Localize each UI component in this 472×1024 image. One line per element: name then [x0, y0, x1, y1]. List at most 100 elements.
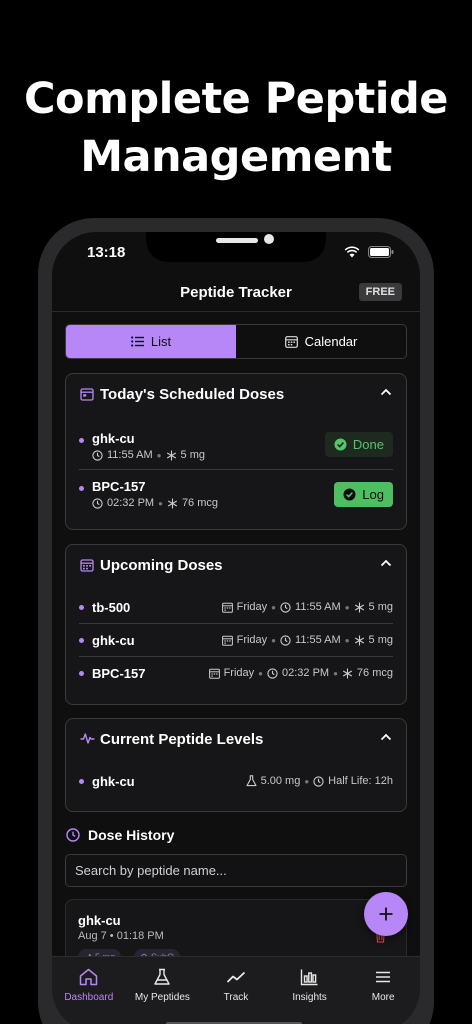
tab-label: Dashboard	[64, 992, 114, 1003]
status-time: 13:18	[87, 244, 126, 261]
status-bar: 13:18	[52, 242, 420, 264]
menu-icon	[376, 971, 391, 983]
list-view-button[interactable]: List	[66, 325, 236, 358]
upcoming-doses-header[interactable]: Upcoming Doses	[66, 545, 406, 585]
search-input[interactable]	[65, 854, 407, 887]
check-circle-icon	[343, 488, 356, 501]
chevron-up-icon[interactable]	[380, 559, 392, 567]
peptide-name: BPC-157	[92, 666, 146, 681]
hero-heading: Complete Peptide Management	[0, 70, 472, 186]
tab-insights[interactable]: Insights	[273, 957, 347, 1024]
half-life: Half Life: 12h	[328, 775, 393, 787]
flask-icon	[246, 775, 257, 787]
level-amount: 5.00 mg	[260, 775, 301, 787]
clock-icon	[280, 601, 291, 613]
upcoming-doses-title: Upcoming Doses	[100, 557, 223, 574]
tab-label: Insights	[292, 992, 327, 1003]
calendar-icon	[284, 336, 298, 348]
upcoming-doses-card: Upcoming Doses tb-500 Friday ● 11:55 AM …	[65, 544, 407, 705]
log-label: Log	[362, 487, 384, 502]
log-button[interactable]: Log	[334, 482, 393, 507]
hero-line-1: Complete Peptide	[24, 74, 448, 124]
peptide-levels-header[interactable]: Current Peptide Levels	[66, 719, 406, 759]
trend-icon	[226, 971, 246, 983]
flask-icon	[154, 968, 171, 985]
upcoming-dose-row: BPC-157 Friday ● 02:32 PM ● 76 mcg	[79, 657, 393, 690]
plus-icon	[379, 907, 393, 921]
calendar-icon	[80, 388, 94, 401]
dose-history-title: Dose History	[88, 827, 175, 843]
wifi-icon	[344, 246, 360, 258]
peptide-name: tb-500	[92, 600, 131, 615]
chevron-up-icon[interactable]	[380, 388, 392, 396]
tab-label: Track	[223, 992, 249, 1003]
tab-dashboard[interactable]: Dashboard	[52, 957, 126, 1024]
snowflake-icon	[354, 635, 364, 645]
history-peptide-name: ghk-cu	[78, 913, 121, 928]
dose-history-heading: Dose History	[66, 827, 174, 843]
dose-time: 11:55 AM	[295, 601, 341, 613]
upcoming-dose-row: tb-500 Friday ● 11:55 AM ● 5 mg	[79, 591, 393, 624]
peptide-name: ghk-cu	[92, 774, 135, 789]
scheduled-dose-row: ghk-cu 11:55 AM ● 5 mg Done	[79, 422, 393, 470]
list-view-label: List	[150, 334, 172, 349]
app-bar: Peptide Tracker FREE	[52, 276, 420, 312]
view-toggle: List Calendar	[65, 324, 407, 359]
tab-more[interactable]: More	[346, 957, 420, 1024]
dose-time: 11:55 AM	[107, 449, 153, 461]
snowflake-icon	[167, 498, 178, 508]
clock-icon	[280, 634, 291, 646]
home-icon	[80, 968, 98, 986]
battery-icon	[368, 246, 394, 258]
dose-amount: 5 mg	[368, 601, 393, 613]
dose-time: 02:32 PM	[281, 667, 330, 679]
history-datetime: Aug 7 • 01:18 PM	[78, 930, 164, 942]
dose-amount: 5 mg	[180, 449, 205, 461]
upcoming-dose-row: ghk-cu Friday ● 11:55 AM ● 5 mg	[79, 624, 393, 657]
dose-amount: 76 mcg	[181, 497, 219, 509]
plan-badge[interactable]: FREE	[358, 283, 402, 301]
scheduled-doses-header[interactable]: Today's Scheduled Doses	[66, 374, 406, 414]
list-icon	[130, 336, 144, 347]
peptide-name: ghk-cu	[92, 633, 135, 648]
snowflake-icon	[354, 602, 364, 612]
tab-track[interactable]: Track	[199, 957, 273, 1024]
tab-label: My Peptides	[134, 992, 190, 1003]
app-screen: 13:18 Peptide Tracker FREE List Calendar…	[52, 232, 420, 1024]
scheduled-doses-title: Today's Scheduled Doses	[100, 386, 285, 403]
calendar-icon	[208, 668, 220, 679]
dose-time: 02:32 PM	[107, 497, 155, 509]
dose-day: Friday	[236, 634, 268, 646]
snowflake-icon	[342, 668, 352, 678]
clock-icon	[267, 667, 278, 679]
peptide-name: BPC-157	[92, 479, 146, 494]
clock-icon	[66, 828, 80, 842]
dose-amount: 76 mcg	[356, 667, 393, 679]
peptide-levels-title: Current Peptide Levels	[100, 731, 264, 748]
check-circle-icon	[334, 438, 347, 451]
scheduled-doses-card: Today's Scheduled Doses ghk-cu 11:55 AM …	[65, 373, 407, 530]
calendar-view-button[interactable]: Calendar	[236, 325, 406, 358]
bar-chart-icon	[300, 969, 318, 986]
snowflake-icon	[166, 450, 176, 460]
done-button[interactable]: Done	[324, 432, 393, 457]
hero-line-2: Management	[80, 132, 392, 182]
peptide-levels-card: Current Peptide Levels ghk-cu 5.00 mg ● …	[65, 718, 407, 812]
calendar-icon	[221, 602, 233, 613]
dose-time: 11:55 AM	[295, 634, 341, 646]
add-dose-button[interactable]	[364, 892, 408, 936]
chevron-up-icon[interactable]	[380, 733, 392, 741]
tab-label: More	[371, 992, 395, 1003]
peptide-name: ghk-cu	[92, 431, 135, 446]
tab-my-peptides[interactable]: My Peptides	[126, 957, 200, 1024]
clock-icon	[313, 775, 324, 787]
bottom-tab-bar: Dashboard My Peptides Track Insights Mor…	[52, 956, 420, 1024]
clock-icon	[92, 497, 103, 509]
dose-day: Friday	[236, 601, 268, 613]
clock-icon	[92, 449, 103, 461]
calendar-icon	[221, 635, 233, 646]
calendar-view-label: Calendar	[304, 334, 358, 349]
scheduled-dose-row: BPC-157 02:32 PM ● 76 mcg Log	[79, 470, 393, 518]
peptide-level-row: ghk-cu 5.00 mg ● Half Life: 12h	[79, 765, 393, 798]
dose-amount: 5 mg	[368, 634, 393, 646]
